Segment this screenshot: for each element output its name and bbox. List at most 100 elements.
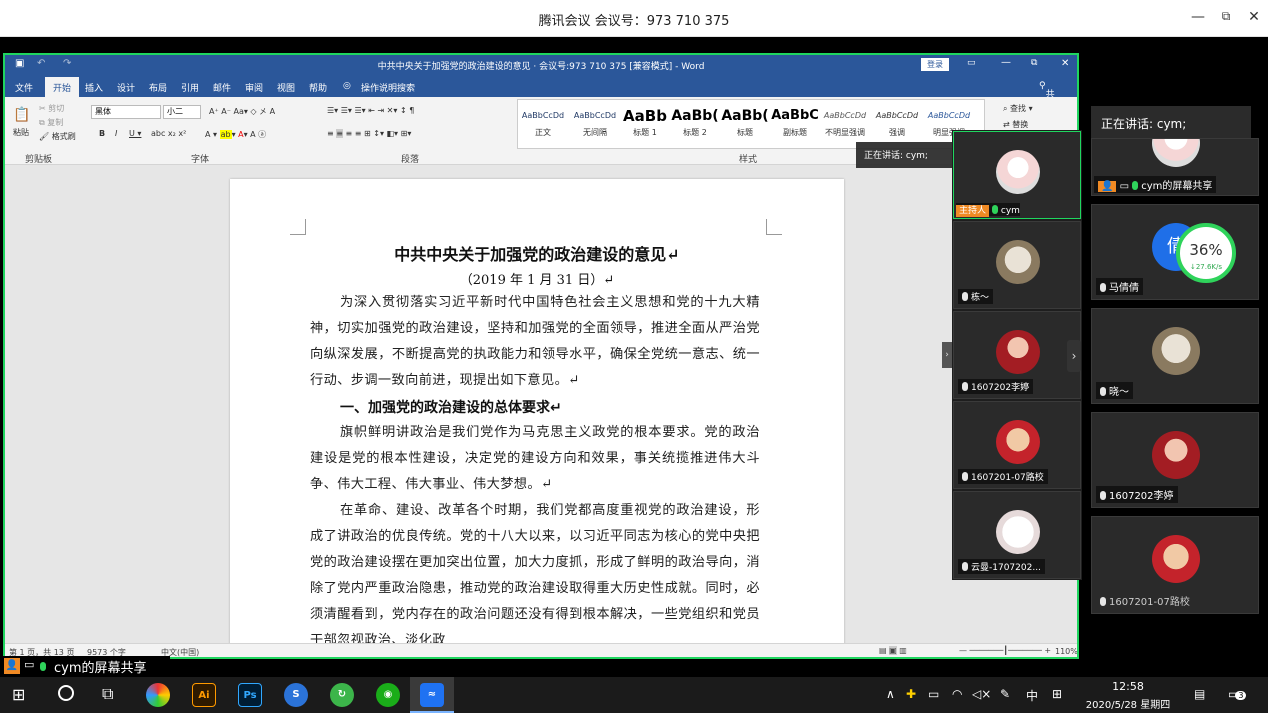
- search-icon[interactable]: [58, 685, 74, 701]
- find-button[interactable]: ⌕ 查找 ▾: [1003, 103, 1033, 114]
- tray-app-icon[interactable]: ✚: [906, 687, 916, 701]
- paste-button[interactable]: 粘贴: [13, 127, 29, 138]
- meeting-title: 腾讯会议 会议号：973 710 375: [538, 14, 730, 29]
- tell-me-search[interactable]: 操作说明搜索: [361, 81, 415, 94]
- document-heading: 中共中央关于加强党的政治建设的意见↵: [394, 245, 680, 264]
- participant-tile-host[interactable]: 主持人 cym: [953, 131, 1081, 219]
- task-view-icon[interactable]: ⧉: [102, 684, 113, 704]
- participant-name: 主持人 cym: [956, 203, 1020, 217]
- tab-help[interactable]: 帮助: [309, 81, 327, 94]
- participant-name: 晓～: [1096, 382, 1133, 399]
- tab-insert[interactable]: 插入: [85, 81, 103, 94]
- restore-button[interactable]: ⧉: [1216, 9, 1236, 24]
- tencent-meeting-taskbar-item[interactable]: ≈: [410, 677, 454, 713]
- close-button[interactable]: ✕: [1244, 9, 1264, 25]
- participant-tile[interactable]: 云曼-1707202...: [953, 491, 1081, 579]
- ribbon-display-icon[interactable]: ▭: [967, 58, 976, 68]
- tab-view[interactable]: 视图: [277, 81, 295, 94]
- clock[interactable]: 12:58 2020/5/28 星期四: [1080, 680, 1176, 711]
- style-no-spacing[interactable]: AaBbCcDd 无间隔: [569, 105, 621, 145]
- expand-right-arrow[interactable]: ›: [1067, 340, 1081, 372]
- italic-button[interactable]: I: [115, 129, 117, 138]
- participant-tile[interactable]: 倩 36% ↓27.6K/s 马倩倩: [1091, 204, 1259, 300]
- tab-references[interactable]: 引用: [181, 81, 199, 94]
- strike-sub-sup-buttons[interactable]: abc x₂ x²: [151, 129, 186, 138]
- word-minimize-icon[interactable]: —: [1001, 57, 1011, 68]
- paragraph-group-label: 段落: [401, 155, 420, 165]
- photoshop-icon[interactable]: Ps: [238, 683, 262, 707]
- host-person-icon: 👤: [1098, 181, 1117, 192]
- tab-mailings[interactable]: 邮件: [213, 81, 231, 94]
- style-emphasis[interactable]: AaBbCcDd 强调: [871, 105, 923, 145]
- paragraph-2: 旗帜鲜明讲政治是我们党作为马克思主义政党的根本要求。党的政治建设是党的根本性建设…: [310, 425, 760, 492]
- tray-expand-icon[interactable]: ∧: [886, 687, 895, 701]
- paste-icon[interactable]: 📋: [13, 107, 30, 123]
- replace-button[interactable]: ⇄ 替换: [1003, 119, 1028, 130]
- align-buttons[interactable]: ≡ ≡ ≡ ≡ ⊞ ↕▾ ◧▾ ⊞▾: [327, 129, 411, 138]
- screen-share-label: 👤 ▭ cym的屏幕共享: [0, 656, 170, 677]
- collapse-left-arrow[interactable]: ›: [942, 342, 952, 368]
- style-title[interactable]: AaBb(标题: [719, 105, 771, 145]
- zoom-slider[interactable]: — ───────┃─────── +: [959, 646, 1051, 655]
- participant-name: 👤 ▭ cym的屏幕共享: [1094, 176, 1217, 193]
- underline-button[interactable]: U ▾: [129, 129, 141, 138]
- ime-mode-icon[interactable]: ⊞: [1052, 687, 1062, 701]
- avatar: [996, 330, 1040, 374]
- font-effects-buttons[interactable]: A ▾ ab▾ A▾ A ⓐ: [205, 129, 266, 140]
- cut-button[interactable]: ✂ 剪切: [39, 103, 64, 114]
- participant-tile[interactable]: 晓～: [1091, 308, 1259, 404]
- participant-tile[interactable]: 栋～: [953, 221, 1081, 309]
- bold-button[interactable]: B: [99, 129, 105, 138]
- font-size-controls[interactable]: A⁺ A⁻ Aa▾ ◇ 㐅 A: [209, 106, 275, 117]
- document-page[interactable]: 中共中央关于加强党的政治建设的意见↵ （2019 年 1 月 31 日）↵ 为深…: [230, 179, 844, 657]
- share-word-button[interactable]: ⚲共享: [1039, 81, 1055, 113]
- participant-tile[interactable]: 1607201-07路校: [953, 401, 1081, 489]
- zoom-level[interactable]: 110%: [1055, 647, 1077, 656]
- illustrator-icon[interactable]: Ai: [192, 683, 216, 707]
- document-date: （2019 年 1 月 31 日）↵: [459, 273, 615, 288]
- tab-design[interactable]: 设计: [117, 81, 135, 94]
- lightbulb-icon: ◎: [343, 81, 351, 91]
- pen-icon[interactable]: ✎: [1000, 687, 1010, 701]
- chrome-icon[interactable]: [146, 683, 170, 707]
- style-subtle-emphasis[interactable]: AaBbCcDd 不明显强调: [819, 105, 871, 145]
- style-normal[interactable]: AaBbCcDd 正文: [517, 105, 569, 145]
- speaking-indicator-large: 正在讲话: cym;: [1091, 106, 1251, 138]
- wechat-icon[interactable]: ◉: [376, 683, 400, 707]
- login-button[interactable]: 登录: [921, 58, 949, 71]
- tab-file[interactable]: 文件: [15, 81, 33, 94]
- participant-name: 1607202李婷: [958, 379, 1034, 394]
- volume-icon[interactable]: ◁×: [972, 687, 991, 701]
- tab-review[interactable]: 审阅: [245, 81, 263, 94]
- windows-start-icon[interactable]: ⊞: [12, 685, 25, 704]
- sogou-icon[interactable]: S: [284, 683, 308, 707]
- paragraph-3: 在革命、建设、改革各个时期，我们党都高度重视党的政治建设，形成了讲政治的优良传统…: [310, 503, 760, 648]
- green-app-icon[interactable]: ↻: [330, 683, 354, 707]
- word-close-icon[interactable]: ✕: [1061, 58, 1069, 69]
- participant-tile[interactable]: 1607201-07路校: [1091, 516, 1259, 614]
- mic-icon: [40, 659, 49, 674]
- format-painter-button[interactable]: 🖌 格式刷: [39, 131, 76, 142]
- notification-icon[interactable]: ▭3: [1228, 687, 1247, 701]
- word-restore-icon[interactable]: ⧉: [1031, 58, 1037, 68]
- participant-tile[interactable]: 1607202李婷: [1091, 412, 1259, 508]
- wifi-icon[interactable]: ◠: [952, 687, 962, 701]
- view-mode-icons[interactable]: ▤ ▣ ▥: [879, 646, 907, 655]
- minimize-button[interactable]: —: [1188, 9, 1208, 25]
- style-heading-2[interactable]: AaBb(标题 2: [669, 105, 721, 145]
- participant-tile[interactable]: 1607202李婷: [953, 311, 1081, 399]
- list-buttons[interactable]: ☰▾ ☰▾ ☰▾ ⇤ ⇥ ✕▾ ↕ ¶: [327, 106, 414, 115]
- notes-icon[interactable]: ▤: [1194, 687, 1205, 701]
- font-name-select[interactable]: 黑体: [91, 105, 161, 119]
- screen-share-tile[interactable]: 👤 ▭ cym的屏幕共享: [1091, 138, 1259, 196]
- battery-icon[interactable]: ▭: [928, 687, 939, 701]
- tab-home[interactable]: 开始: [45, 77, 80, 97]
- participant-name: 1607201-07路校: [1096, 592, 1194, 609]
- windows-taskbar: ⊞ ⧉ Ai Ps S ↻ ◉ ≈ ∧ ✚ ▭ ◠ ◁× ✎ 中 ⊞ 12:58…: [0, 677, 1268, 713]
- ime-indicator[interactable]: 中: [1026, 687, 1038, 704]
- font-size-select[interactable]: 小二: [163, 105, 201, 119]
- tab-layout[interactable]: 布局: [149, 81, 167, 94]
- copy-button[interactable]: ⧉ 复制: [39, 117, 63, 128]
- style-subtitle[interactable]: AaBbC 副标题: [769, 105, 821, 145]
- style-heading-1[interactable]: AaBb 标题 1: [619, 105, 671, 145]
